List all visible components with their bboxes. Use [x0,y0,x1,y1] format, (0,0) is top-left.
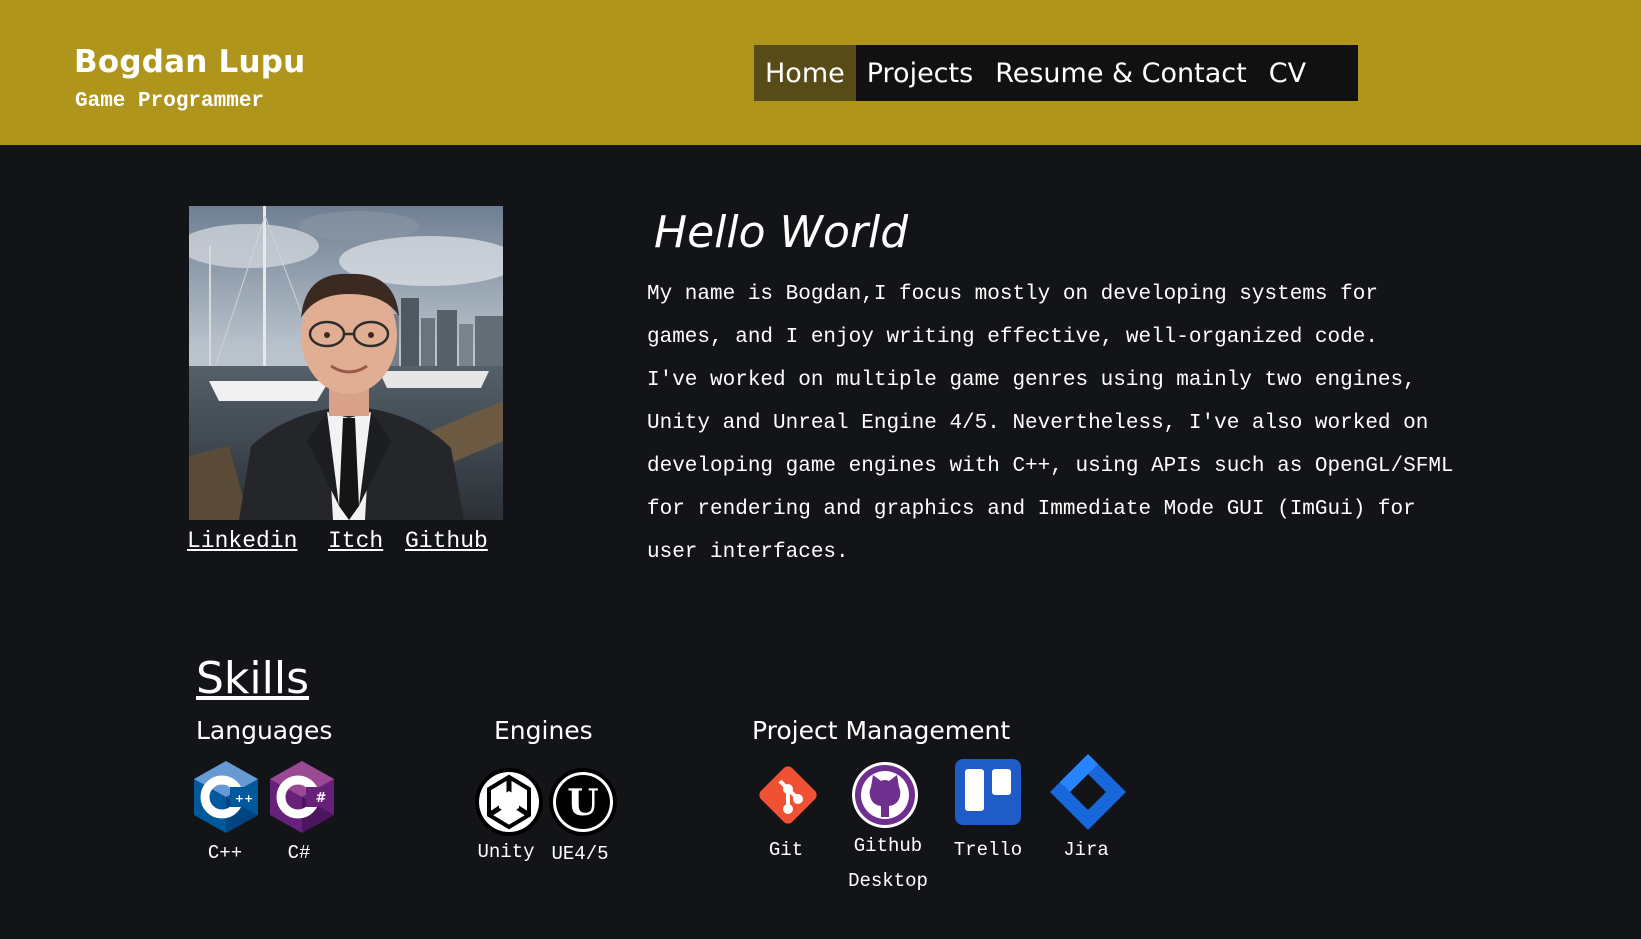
skill-label-trello: Trello [953,839,1023,861]
trello-icon [955,759,1021,829]
unreal-icon: U [548,767,618,841]
site-title: Bogdan Lupu [74,44,306,80]
site-subtitle: Game Programmer [75,90,265,113]
intro-line: developing game engines with C++, using … [647,455,1454,478]
skill-label-ue: UE4/5 [551,843,609,865]
nav-resume-contact[interactable]: Resume & Contact [984,45,1258,101]
itch-link[interactable]: Itch [328,528,383,554]
nav-projects[interactable]: Projects [856,45,984,101]
cpp-icon: ++ [192,759,260,839]
project-management-heading: Project Management [752,716,1011,745]
skill-label-jira: Jira [1063,839,1109,861]
github-link[interactable]: Github [405,528,488,554]
svg-text:U: U [567,782,598,824]
intro-line: Unity and Unreal Engine 4/5. Nevertheles… [647,412,1429,435]
intro-line: for rendering and graphics and Immediate… [647,498,1416,521]
main-nav: Home Projects Resume & Contact CV [754,45,1358,101]
github-desktop-icon [851,761,919,833]
skill-label-csharp: C# [287,842,311,864]
skill-label-github-desktop-1: Github [853,835,923,857]
nav-home[interactable]: Home [754,45,856,101]
profile-photo [189,206,503,520]
skill-label-github-desktop-2: Desktop [848,870,928,892]
nav-cv[interactable]: CV [1258,45,1317,101]
skill-label-git: Git [768,839,804,861]
intro-line: user interfaces. [647,541,849,564]
svg-text:#: # [316,791,327,806]
intro-text: My name is Bogdan,I focus mostly on deve… [647,273,1527,574]
skill-label-cpp: C++ [207,842,243,864]
linkedin-link[interactable]: Linkedin [187,528,297,554]
csharp-icon: # [268,759,336,839]
languages-heading: Languages [196,716,333,745]
jira-icon [1048,754,1128,834]
svg-text:++: ++ [235,792,253,805]
unity-icon [474,767,544,841]
intro-line: My name is Bogdan,I focus mostly on deve… [647,283,1378,306]
header-bar: Bogdan Lupu Game Programmer Home Project… [0,0,1641,145]
intro-heading: Hello World [654,207,909,258]
skill-label-unity: Unity [477,841,535,863]
intro-line: I've worked on multiple game genres usin… [647,369,1416,392]
engines-heading: Engines [494,716,593,745]
intro-line: games, and I enjoy writing effective, we… [647,326,1378,349]
git-icon [754,761,822,833]
skills-heading: Skills [196,653,310,704]
